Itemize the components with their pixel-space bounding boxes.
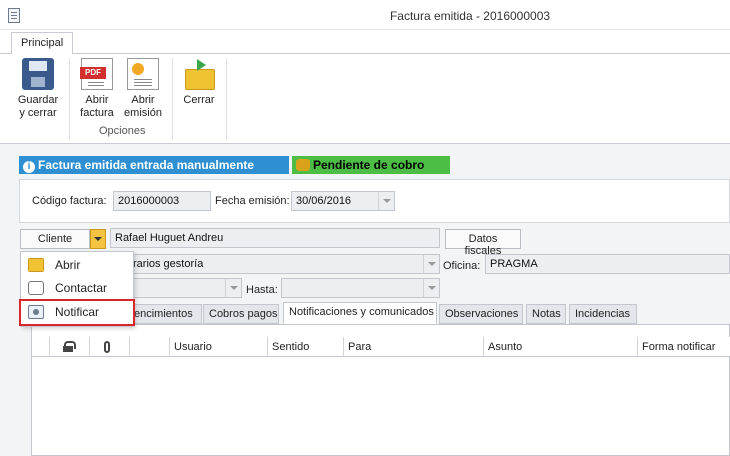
- chevron-down-icon[interactable]: [225, 279, 241, 297]
- fecha-desde-field[interactable]: [128, 278, 242, 298]
- coins-icon: [296, 159, 310, 171]
- column-header-usuario[interactable]: Usuario: [170, 337, 268, 357]
- title-bar: Factura emitida - 2016000003: [0, 0, 730, 30]
- info-icon: i: [23, 161, 35, 173]
- open-issue-button[interactable]: Abrir emisión: [122, 58, 164, 120]
- tab-vencimientos[interactable]: encimientos: [128, 304, 202, 324]
- grid-lock-column[interactable]: [50, 337, 90, 357]
- highlight-box: [19, 299, 135, 326]
- chevron-down-icon[interactable]: [378, 192, 394, 210]
- document-check-icon: [127, 58, 159, 90]
- open-invoice-button[interactable]: Abrir factura: [77, 58, 117, 120]
- status-banner: Pendiente de cobro: [292, 156, 450, 174]
- cliente-field[interactable]: Rafael Huguet Andreu: [110, 228, 440, 248]
- notifications-grid: Usuario Sentido Para Asunto Forma notifi…: [31, 324, 730, 456]
- tab-incidencias[interactable]: Incidencias: [569, 304, 637, 324]
- codigo-label: Código factura:: [32, 195, 107, 207]
- gestoria-value: rarios gestoría: [133, 258, 204, 270]
- ribbon-tab-strip: Principal: [0, 30, 730, 55]
- open-invoice-label: Abrir factura: [80, 94, 114, 119]
- column-header-asunto[interactable]: Asunto: [484, 337, 638, 357]
- close-button[interactable]: Cerrar: [180, 58, 218, 107]
- cliente-button[interactable]: Cliente: [20, 229, 90, 249]
- column-header-para[interactable]: Para: [344, 337, 484, 357]
- fecha-value: 30/06/2016: [296, 195, 352, 207]
- ribbon: Guardar y cerrar Abrir factura Abrir emi…: [0, 54, 730, 144]
- info-banner: i Factura emitida entrada manualmente: [19, 156, 289, 174]
- ribbon-separator: [172, 58, 173, 140]
- column-header-sentido[interactable]: Sentido: [268, 337, 344, 357]
- hasta-label: Hasta:: [246, 284, 278, 296]
- invoice-header-panel: Código factura: 2016000003 Fecha emisión…: [19, 179, 730, 223]
- menu-item-contactar[interactable]: Contactar: [21, 277, 133, 299]
- cliente-dropdown-button[interactable]: [90, 229, 106, 249]
- chevron-down-icon[interactable]: [423, 255, 439, 273]
- fecha-field[interactable]: 30/06/2016: [291, 191, 395, 211]
- pdf-icon: [80, 58, 113, 90]
- save-icon: [22, 58, 54, 90]
- gestoria-field[interactable]: rarios gestoría: [128, 254, 440, 274]
- menu-item-label: Abrir: [55, 258, 81, 272]
- oficina-field[interactable]: PRAGMA: [485, 254, 730, 274]
- save-close-label: Guardar y cerrar: [17, 94, 59, 119]
- datos-fiscales-button[interactable]: Datos fiscales: [445, 229, 521, 257]
- ribbon-group-label: Opciones: [99, 125, 146, 137]
- ribbon-separator: [69, 58, 70, 140]
- open-issue-label: Abrir emisión: [124, 94, 162, 119]
- tab-notas[interactable]: Notas: [526, 304, 566, 324]
- tab-notificaciones[interactable]: Notificaciones y comunicados: [283, 302, 437, 324]
- menu-item-label: Contactar: [55, 281, 108, 295]
- column-header-forma-notificar[interactable]: Forma notificar: [638, 337, 730, 357]
- oficina-label: Oficina:: [443, 260, 481, 272]
- grid-indicator-column: [32, 337, 50, 357]
- folder-icon: [28, 258, 44, 272]
- save-close-button[interactable]: Guardar y cerrar: [14, 58, 62, 120]
- status-banner-text: Pendiente de cobro: [313, 158, 425, 172]
- codigo-field[interactable]: 2016000003: [113, 191, 211, 211]
- ribbon-separator: [226, 58, 227, 140]
- chevron-down-icon[interactable]: [423, 279, 439, 297]
- paperclip-icon: [104, 341, 110, 353]
- tab-cobros-pagos[interactable]: Cobros pagos: [203, 304, 279, 324]
- grid-attachment-column[interactable]: [90, 337, 130, 357]
- chat-icon: [28, 281, 44, 295]
- hasta-field[interactable]: [281, 278, 440, 298]
- lock-icon: [63, 341, 76, 352]
- fecha-label: Fecha emisión:: [215, 195, 290, 207]
- tab-observaciones[interactable]: Observaciones: [439, 304, 523, 324]
- grid-blank-column[interactable]: [130, 337, 170, 357]
- folder-exit-icon: [183, 58, 215, 90]
- window-title: Factura emitida - 2016000003: [389, 9, 551, 23]
- menu-item-abrir[interactable]: Abrir: [21, 254, 133, 276]
- info-banner-text: Factura emitida entrada manualmente: [38, 158, 255, 172]
- tab-principal[interactable]: Principal: [11, 32, 74, 55]
- grid-header: Usuario Sentido Para Asunto Forma notifi…: [32, 337, 730, 357]
- close-label: Cerrar: [183, 94, 215, 106]
- document-icon: [8, 8, 20, 23]
